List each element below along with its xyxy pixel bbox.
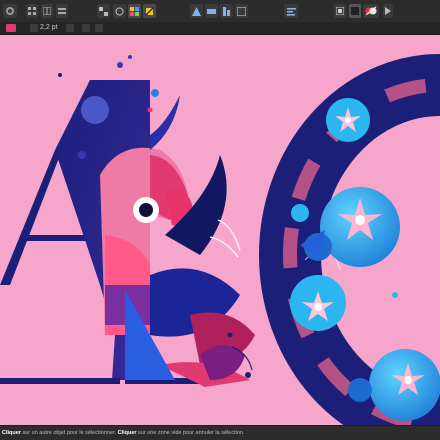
stroke-color-icon[interactable]: [6, 24, 16, 32]
grid-icon[interactable]: [26, 4, 38, 18]
color-wheel-icon[interactable]: [363, 4, 379, 18]
color-swatch-icon[interactable]: [349, 4, 361, 18]
status-text-2: sur une zone vide pour annuler la sélect…: [136, 430, 245, 436]
align-icon[interactable]: [205, 4, 218, 18]
arrange-icon[interactable]: [284, 4, 298, 18]
align-icon[interactable]: [235, 4, 248, 18]
fullscreen-icon[interactable]: [383, 4, 393, 18]
main-toolbar: [0, 0, 440, 23]
persona-icon[interactable]: [3, 4, 17, 18]
status-action-1: Cliquer: [2, 430, 21, 436]
artwork: [0, 54, 440, 425]
snapping-icon[interactable]: [113, 4, 126, 18]
status-action-2: Cliquer: [117, 430, 137, 436]
grid-icon[interactable]: [41, 4, 53, 18]
copy-icon[interactable]: [82, 24, 90, 32]
pixel-icon[interactable]: [97, 4, 110, 18]
align-icon[interactable]: [190, 4, 203, 18]
snapping-toggle-icon[interactable]: [334, 4, 346, 18]
document-canvas[interactable]: [0, 35, 440, 425]
status-bar: Cliquer sur un autre objet pour le sélec…: [0, 426, 440, 440]
snapping-icon[interactable]: [143, 4, 156, 18]
copy-icon[interactable]: [95, 24, 103, 32]
status-text-1: sur un autre objet pour le sélectionner.: [20, 430, 118, 436]
snapping-icon[interactable]: [128, 4, 141, 18]
layers-icon[interactable]: [56, 4, 68, 18]
align-icon[interactable]: [220, 4, 233, 18]
context-toolbar: 2,2 pt: [0, 22, 440, 35]
lock-icon[interactable]: [66, 24, 74, 32]
stroke-size-value[interactable]: 2,2 pt: [40, 23, 58, 33]
visibility-icon[interactable]: [30, 24, 38, 32]
